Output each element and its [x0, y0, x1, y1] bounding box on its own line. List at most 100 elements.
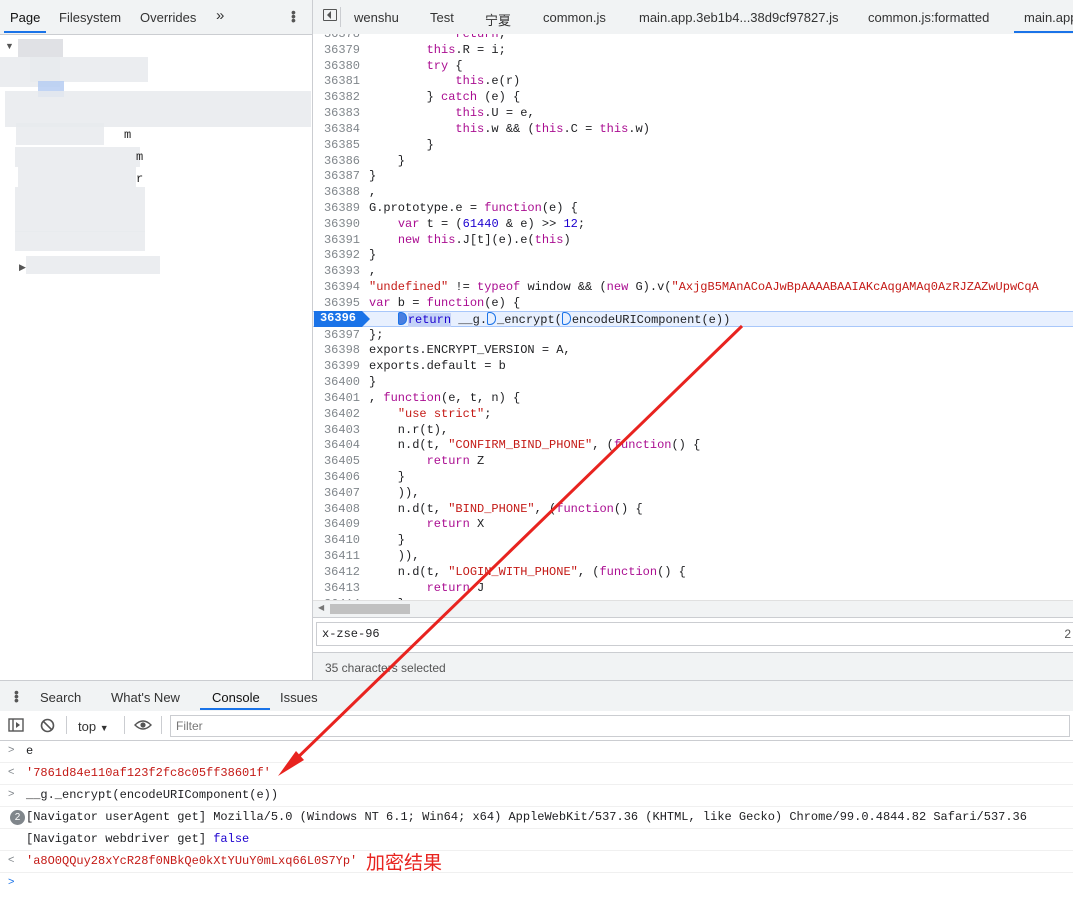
tree-item-redacted[interactable]	[5, 91, 311, 127]
line-number[interactable]: 36393	[313, 263, 360, 279]
tree-item-redacted[interactable]	[15, 187, 145, 232]
tab-filesystem[interactable]: Filesystem	[59, 10, 121, 25]
scroll-left-icon[interactable]: ◀	[318, 603, 324, 612]
eye-icon[interactable]	[134, 719, 152, 731]
line-number[interactable]: 36411	[313, 548, 360, 564]
line-number[interactable]: 36407	[313, 485, 360, 501]
line-number[interactable]: 36405	[313, 453, 360, 469]
tab-common-js-formatted[interactable]: common.js:formatted	[868, 10, 989, 25]
code-line[interactable]: 36384 this.w && (this.C = this.w)	[313, 121, 1073, 137]
code-line[interactable]: 36387}	[313, 168, 1073, 184]
code-editor[interactable]: 36378 return; 36379 this.R = i; 36380 try …	[313, 34, 1073, 600]
code-line[interactable]: 36404 n.d(t, "CONFIRM_BIND_PHONE", (func…	[313, 437, 1073, 453]
code-line[interactable]: 36408 n.d(t, "BIND_PHONE", (function() {	[313, 501, 1073, 517]
line-number[interactable]: 36391	[313, 232, 360, 248]
code-line[interactable]: 36380 try {	[313, 58, 1073, 74]
code-line[interactable]: 36391 new this.J[t](e).e(this)	[313, 232, 1073, 248]
code-line[interactable]: 36413 return J	[313, 580, 1073, 596]
line-number[interactable]: 36410	[313, 532, 360, 548]
line-number[interactable]: 36392	[313, 247, 360, 263]
line-number[interactable]: 36406	[313, 469, 360, 485]
line-number[interactable]: 36385	[313, 137, 360, 153]
code-line[interactable]: 36393,	[313, 263, 1073, 279]
tab-test[interactable]: Test	[430, 10, 454, 25]
tab-overrides[interactable]: Overrides	[140, 10, 196, 25]
toggle-navigator-icon[interactable]	[323, 9, 337, 21]
code-line[interactable]: 36399 exports.default = b	[313, 358, 1073, 374]
console-message[interactable]: < 'a8O0QQuy28xYcR28f0NBkQe0kXtYUuY0mLxq66…	[0, 850, 1073, 874]
tree-item-redacted[interactable]	[15, 231, 145, 251]
code-line[interactable]: 36389 G.prototype.e = function(e) {	[313, 200, 1073, 216]
console-message[interactable]: > __g._encrypt(encodeURIComponent(e))	[0, 784, 1073, 807]
line-number[interactable]: 36409	[313, 516, 360, 532]
console-output[interactable]: > e < '7861d84e110af123f2fc8c05ff38601f' > __…	[0, 740, 1073, 903]
line-number[interactable]: 36402	[313, 406, 360, 422]
line-number[interactable]: 36384	[313, 121, 360, 137]
collapse-arrow-icon[interactable]: ▶	[19, 262, 26, 273]
tree-item-redacted[interactable]	[18, 39, 63, 57]
line-number[interactable]: 36387	[313, 168, 360, 184]
expand-arrow-icon[interactable]: ▼	[5, 41, 14, 51]
code-line[interactable]: 36395 var b = function(e) {	[313, 295, 1073, 311]
clear-console-icon[interactable]	[40, 718, 55, 733]
code-line[interactable]: 36400}	[313, 374, 1073, 390]
line-number[interactable]: 36399	[313, 358, 360, 374]
line-number[interactable]: 36401	[313, 390, 360, 406]
line-number[interactable]: 36400	[313, 374, 360, 390]
tree-item-redacted[interactable]	[30, 57, 148, 82]
console-message[interactable]: >	[0, 872, 1073, 894]
line-number[interactable]: 36389	[313, 200, 360, 216]
code-line[interactable]: 36397};	[313, 327, 1073, 343]
code-line[interactable]: 36381 this.e(r)	[313, 73, 1073, 89]
code-line[interactable]: 36406 }	[313, 469, 1073, 485]
code-line[interactable]: 36410 }	[313, 532, 1073, 548]
code-line[interactable]: 36386 }	[313, 153, 1073, 169]
more-tabs-icon[interactable]: »	[216, 7, 224, 24]
code-line[interactable]: 36407 )),	[313, 485, 1073, 501]
code-line[interactable]: 36398 exports.ENCRYPT_VERSION = A,	[313, 342, 1073, 358]
tab-wenshu[interactable]: wenshu	[354, 10, 399, 25]
code-line[interactable]: 36394 "undefined" != typeof window && (ne…	[313, 279, 1073, 295]
code-line[interactable]: 36390 var t = (61440 & e) >> 12;	[313, 216, 1073, 232]
line-number[interactable]: 36397	[313, 327, 360, 343]
tab-ningxia[interactable]: 宁夏	[485, 10, 511, 29]
console-message[interactable]: 2 [Navigator userAgent get] Mozilla/5.0 (…	[0, 806, 1073, 829]
line-number[interactable]: 36386	[313, 153, 360, 169]
tree-item-redacted[interactable]	[16, 123, 104, 145]
code-line[interactable]: 36383 this.U = e,	[313, 105, 1073, 121]
tab-main-app-js[interactable]: main.app.3eb1b4...38d9cf97827.js	[639, 10, 839, 25]
line-number[interactable]: 36378	[313, 34, 360, 42]
tree-item-redacted[interactable]	[26, 256, 160, 274]
drawer-menu-icon[interactable]: • • •	[14, 685, 19, 707]
code-line[interactable]: 36402 "use strict";	[313, 406, 1073, 422]
breakpoint-marker[interactable]: 36396	[314, 310, 370, 327]
code-line[interactable]: 36403 n.r(t),	[313, 422, 1073, 438]
line-number[interactable]: 36380	[313, 58, 360, 74]
line-number[interactable]: 36388	[313, 184, 360, 200]
show-sidebar-icon[interactable]	[8, 718, 24, 732]
line-number[interactable]: 36379	[313, 42, 360, 58]
tab-page[interactable]: Page	[10, 10, 40, 25]
tab-console[interactable]: Console	[212, 690, 260, 705]
navigator-menu-icon[interactable]: • • •	[291, 5, 296, 27]
line-number[interactable]: 36390	[313, 216, 360, 232]
tab-search[interactable]: Search	[40, 690, 81, 705]
tree-item-redacted[interactable]	[15, 147, 140, 167]
tab-issues[interactable]: Issues	[280, 690, 318, 705]
line-number[interactable]: 36383	[313, 105, 360, 121]
code-line[interactable]: 36388,	[313, 184, 1073, 200]
line-number[interactable]: 36412	[313, 564, 360, 580]
line-number[interactable]: 36395	[313, 295, 360, 311]
code-line[interactable]: 36405 return Z	[313, 453, 1073, 469]
tab-whats-new[interactable]: What's New	[111, 690, 180, 705]
code-line[interactable]: 36409 return X	[313, 516, 1073, 532]
code-line[interactable]: 36392}	[313, 247, 1073, 263]
context-selector[interactable]: top ▼	[78, 719, 109, 734]
code-line[interactable]: 36379 this.R = i;	[313, 42, 1073, 58]
code-line[interactable]: 36411 )),	[313, 548, 1073, 564]
code-line[interactable]: 36385 }	[313, 137, 1073, 153]
code-line[interactable]: 36382 } catch (e) {	[313, 89, 1073, 105]
console-message[interactable]: [Navigator webdriver get] false	[0, 828, 1073, 851]
search-input[interactable]: x-zse-96	[316, 622, 1073, 646]
code-line-breakpoint[interactable]: 36396 return __g. _encrypt(encodeURICompo…	[313, 310, 1073, 327]
